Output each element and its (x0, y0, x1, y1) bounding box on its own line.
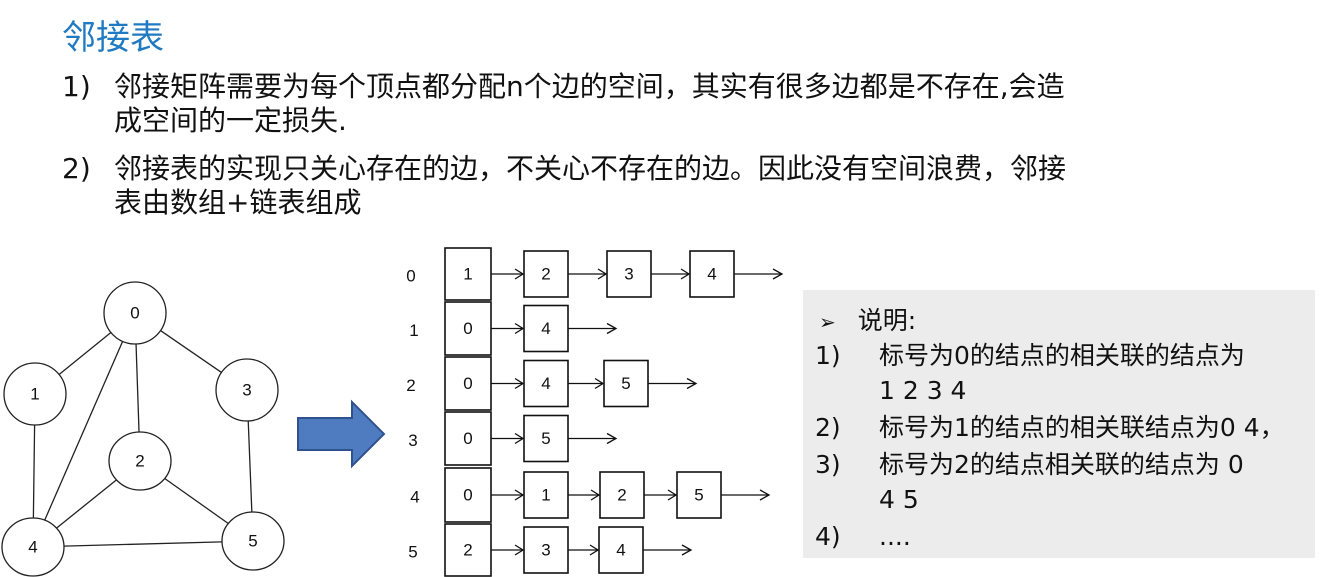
adjacency-list: 0 1 2 3 4 1 0 4 2 0 4 5 3 0 5 4 0 1 2 5 5 2 3 4 (406, 247, 784, 577)
head-value-5: 2 (463, 541, 472, 560)
list-node-value-1-0: 4 (541, 319, 550, 338)
graph-edge-0-2 (135, 343, 140, 433)
list-node-value-0-2: 4 (707, 265, 716, 284)
list-node-value-4-1: 2 (617, 486, 626, 505)
graph-edge-4-5 (63, 541, 223, 547)
note-item-2-number: 2) (815, 413, 841, 442)
graph-node-label-5: 5 (248, 532, 257, 551)
graph-node-label-2: 2 (135, 452, 144, 471)
head-value-1: 0 (463, 319, 472, 338)
note-item-3-line-1: 标号为2的结点相关联的结点为 0 (879, 450, 1244, 479)
note-item-1-line-2: 1 2 3 4 (879, 376, 967, 405)
graph-edge-2-4 (56, 479, 117, 529)
note-item-3-number: 3) (815, 450, 841, 479)
row-index-5: 5 (408, 543, 417, 562)
note-item-1-line-1: 标号为0的结点的相关联的结点为 (879, 341, 1245, 370)
list-node-value-2-1: 5 (621, 374, 630, 393)
row-index-4: 4 (410, 488, 419, 507)
list-node-value-5-1: 4 (616, 541, 625, 560)
note-item-1-number: 1) (815, 341, 841, 370)
head-value-4: 0 (463, 486, 472, 505)
list-node-value-3-0: 5 (541, 429, 550, 448)
list-node-value-0-1: 3 (624, 265, 633, 284)
list-node-value-4-2: 5 (694, 486, 703, 505)
graph-edge-1-4 (32, 424, 36, 519)
graph-node-label-3: 3 (242, 381, 251, 400)
graph-node-label-0: 0 (130, 304, 139, 323)
note-item-3-line-2: 4 5 (879, 485, 919, 514)
row-index-3: 3 (408, 431, 417, 450)
graph-edge-3-5 (247, 420, 253, 513)
list-node-value-4-0: 1 (541, 486, 550, 505)
head-value-3: 0 (463, 429, 472, 448)
graph-node-label-4: 4 (28, 538, 37, 557)
head-value-2: 0 (463, 374, 472, 393)
bullet-arrow-icon: ➢ (819, 310, 836, 334)
list-node-value-0-0: 2 (541, 265, 550, 284)
graph-edge-0-1 (58, 332, 112, 375)
note-heading-text: 说明: (857, 306, 917, 335)
note-item-2-line-1: 标号为1的结点的相关联结点为0 4， (879, 413, 1285, 442)
row-index-2: 2 (406, 376, 415, 395)
list-node-value-5-0: 3 (541, 541, 550, 560)
head-value-0: 1 (463, 265, 472, 284)
list-node-value-2-0: 4 (541, 374, 550, 393)
graph-edge-0-3 (160, 330, 222, 373)
row-index-0: 0 (406, 267, 415, 286)
transform-arrow-icon (297, 399, 386, 469)
graph: 0 1 2 3 4 5 (1, 281, 285, 577)
explanation-panel: ➢ 说明: 1) 标号为0的结点的相关联的结点为 1 2 3 4 2) 标号为1… (803, 290, 1315, 558)
note-item-4-number: 4) (815, 522, 841, 551)
note-item-4-line-1: .... (879, 522, 911, 551)
row-index-1: 1 (409, 321, 418, 340)
note-heading: ➢ 说明: (819, 306, 916, 337)
graph-edge-0-4 (44, 341, 124, 521)
graph-node-label-1: 1 (30, 385, 39, 404)
graph-edge-2-5 (164, 477, 229, 525)
